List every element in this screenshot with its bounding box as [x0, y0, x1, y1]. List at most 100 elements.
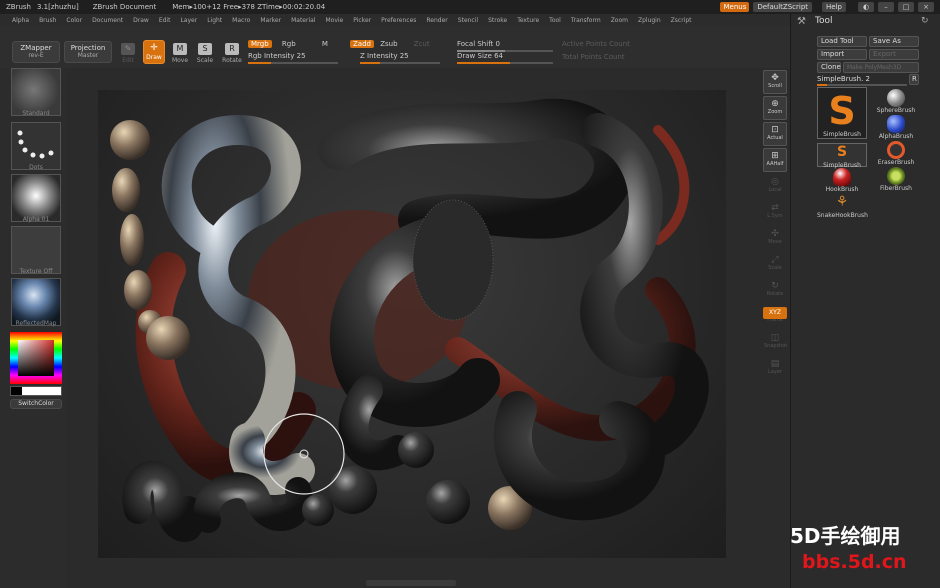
close-icon[interactable]: × — [918, 2, 934, 12]
rgb-intensity-slider[interactable]: Rgb Intensity 25 — [248, 52, 338, 64]
menu-tool[interactable]: Tool — [549, 17, 561, 24]
help-button[interactable]: Help — [822, 2, 846, 12]
fiber-brush-icon — [887, 167, 905, 185]
nav-label: AAHalf — [766, 161, 784, 167]
draw-button[interactable]: ✛ Draw — [143, 40, 165, 64]
mrgb-button[interactable]: Mrgb — [248, 40, 272, 48]
alpha-brush-item[interactable]: AlphaBrush — [871, 115, 921, 141]
save-as-button[interactable]: Save As — [869, 36, 919, 47]
gold-bead — [124, 270, 152, 310]
sphere-brush-label: SphereBrush — [876, 107, 916, 114]
nav-local-button[interactable]: ◎ Local — [763, 174, 787, 198]
color-mode-row: Mrgb Rgb M — [248, 40, 338, 48]
menu-brush[interactable]: Brush — [39, 17, 56, 24]
nav-layer-button[interactable]: ▤ Layer — [763, 356, 787, 380]
draw-size-slider[interactable]: Draw Size 64 — [457, 52, 553, 64]
menu-alpha[interactable]: Alpha — [12, 17, 29, 24]
alpha-01-tile[interactable] — [11, 174, 61, 222]
zmapper-button[interactable]: ZMapper rev-E — [12, 41, 60, 63]
nav-lsym-button[interactable]: ⇄ L.Sym — [763, 200, 787, 224]
menu-material[interactable]: Material — [291, 17, 315, 24]
simple-brush-item[interactable]: S SimpleBrush — [817, 143, 867, 169]
projection-label: Projection — [70, 44, 106, 52]
load-tool-button[interactable]: Load Tool — [817, 36, 867, 47]
rotate-button[interactable]: R Rotate — [220, 41, 244, 65]
zcut-button[interactable]: Zcut — [414, 40, 430, 48]
reset-r-button[interactable]: R — [909, 74, 919, 85]
edit-button[interactable]: ✎ Edit — [116, 41, 140, 65]
minimize-icon[interactable]: – — [878, 2, 894, 12]
z-intensity-slider[interactable]: Z Intensity 25 — [360, 52, 440, 64]
zadd-button[interactable]: Zadd — [350, 40, 374, 48]
export-button[interactable]: Export — [869, 49, 919, 60]
menu-color[interactable]: Color — [66, 17, 82, 24]
primary-secondary-color-swatch[interactable] — [10, 386, 62, 396]
import-button[interactable]: Import — [817, 49, 867, 60]
app-name: ZBrush — [6, 3, 31, 11]
reflected-map-tile[interactable] — [11, 278, 61, 326]
zsub-button[interactable]: Zsub — [380, 40, 397, 48]
menu-light[interactable]: Light — [207, 17, 222, 24]
menu-layer[interactable]: Layer — [180, 17, 197, 24]
menu-render[interactable]: Render — [426, 17, 447, 24]
document-canvas[interactable] — [98, 90, 726, 558]
nav-move-button[interactable]: ✣ Move — [763, 226, 787, 250]
nav-actual-button[interactable]: ⊡ Actual — [763, 122, 787, 146]
scale-button[interactable]: S Scale — [193, 41, 217, 65]
sphere-brush-item[interactable]: SphereBrush — [871, 89, 921, 115]
stroke-dots-tile[interactable] — [11, 122, 61, 170]
menu-stroke[interactable]: Stroke — [488, 17, 507, 24]
draw-size-track[interactable] — [457, 62, 553, 64]
z-intensity-track[interactable] — [360, 62, 440, 64]
default-zscript-button[interactable]: DefaultZScript — [753, 2, 813, 12]
focal-shift-slider[interactable]: Focal Shift 0 — [457, 40, 553, 52]
rgb-intensity-track[interactable] — [248, 62, 338, 64]
menu-zplugin[interactable]: Zplugin — [638, 17, 661, 24]
eraser-brush-item[interactable]: EraserBrush — [871, 141, 921, 167]
menu-movie[interactable]: Movie — [325, 17, 343, 24]
nav-zoom-button[interactable]: ⊕ Zoom — [763, 96, 787, 120]
move-button[interactable]: M Move — [168, 41, 192, 65]
menu-preferences[interactable]: Preferences — [381, 17, 416, 24]
xyz-symmetry-button[interactable]: XYZ — [763, 307, 787, 319]
menus-button[interactable]: Menus — [720, 2, 750, 12]
menu-edit[interactable]: Edit — [159, 17, 171, 24]
maximize-icon[interactable]: □ — [898, 2, 914, 12]
menu-macro[interactable]: Macro — [232, 17, 250, 24]
menu-transform[interactable]: Transform — [571, 17, 601, 24]
m-button[interactable]: M — [322, 40, 328, 48]
current-brush-slider[interactable]: SimpleBrush. 2 — [817, 75, 907, 86]
nav-rotate-button[interactable]: ↻ Rotate — [763, 278, 787, 302]
nav-label: Scroll — [768, 83, 782, 89]
menu-texture[interactable]: Texture — [517, 17, 539, 24]
nav-scroll-button[interactable]: ✥ Scroll — [763, 70, 787, 94]
menu-marker[interactable]: Marker — [260, 17, 281, 24]
color-picker[interactable] — [10, 332, 62, 384]
material-standard-tile[interactable] — [11, 68, 61, 116]
menu-document[interactable]: Document — [92, 17, 123, 24]
nav-scale-button[interactable]: ⤢ Scale — [763, 252, 787, 276]
menu-zoom[interactable]: Zoom — [611, 17, 628, 24]
rgb-button[interactable]: Rgb — [282, 40, 296, 48]
refresh-icon[interactable]: ↻ — [921, 16, 929, 26]
dark-sphere — [398, 432, 434, 468]
menu-picker[interactable]: Picker — [353, 17, 371, 24]
menu-zscript[interactable]: Zscript — [671, 17, 692, 24]
switch-color-button[interactable]: SwitchColor — [10, 399, 62, 409]
make-polymesh-button[interactable]: Make PolyMesh3D — [843, 62, 919, 73]
fiber-brush-item[interactable]: FiberBrush — [871, 167, 921, 193]
nav-aahalf-button[interactable]: ⊞ AAHalf — [763, 148, 787, 172]
snakehook-brush-item[interactable]: ⚘ SnakeHookBrush — [817, 194, 868, 220]
hook-brush-item[interactable]: HookBrush — [817, 168, 867, 194]
menu-draw[interactable]: Draw — [133, 17, 149, 24]
texture-off-tile[interactable] — [11, 226, 61, 274]
clone-button[interactable]: Clone — [817, 62, 841, 73]
bottom-tray-handle[interactable] — [366, 580, 456, 586]
focal-shift-label: Focal Shift 0 — [457, 40, 500, 48]
pick-icon[interactable]: ⚒ — [797, 16, 806, 27]
menu-stencil[interactable]: Stencil — [458, 17, 478, 24]
nav-label: Scale — [768, 265, 782, 271]
nav-snapshot-button[interactable]: ◫ Snapshot — [763, 330, 787, 354]
projection-master-button[interactable]: Projection Master — [64, 41, 112, 63]
hide-icon[interactable]: ◐ — [858, 2, 874, 12]
